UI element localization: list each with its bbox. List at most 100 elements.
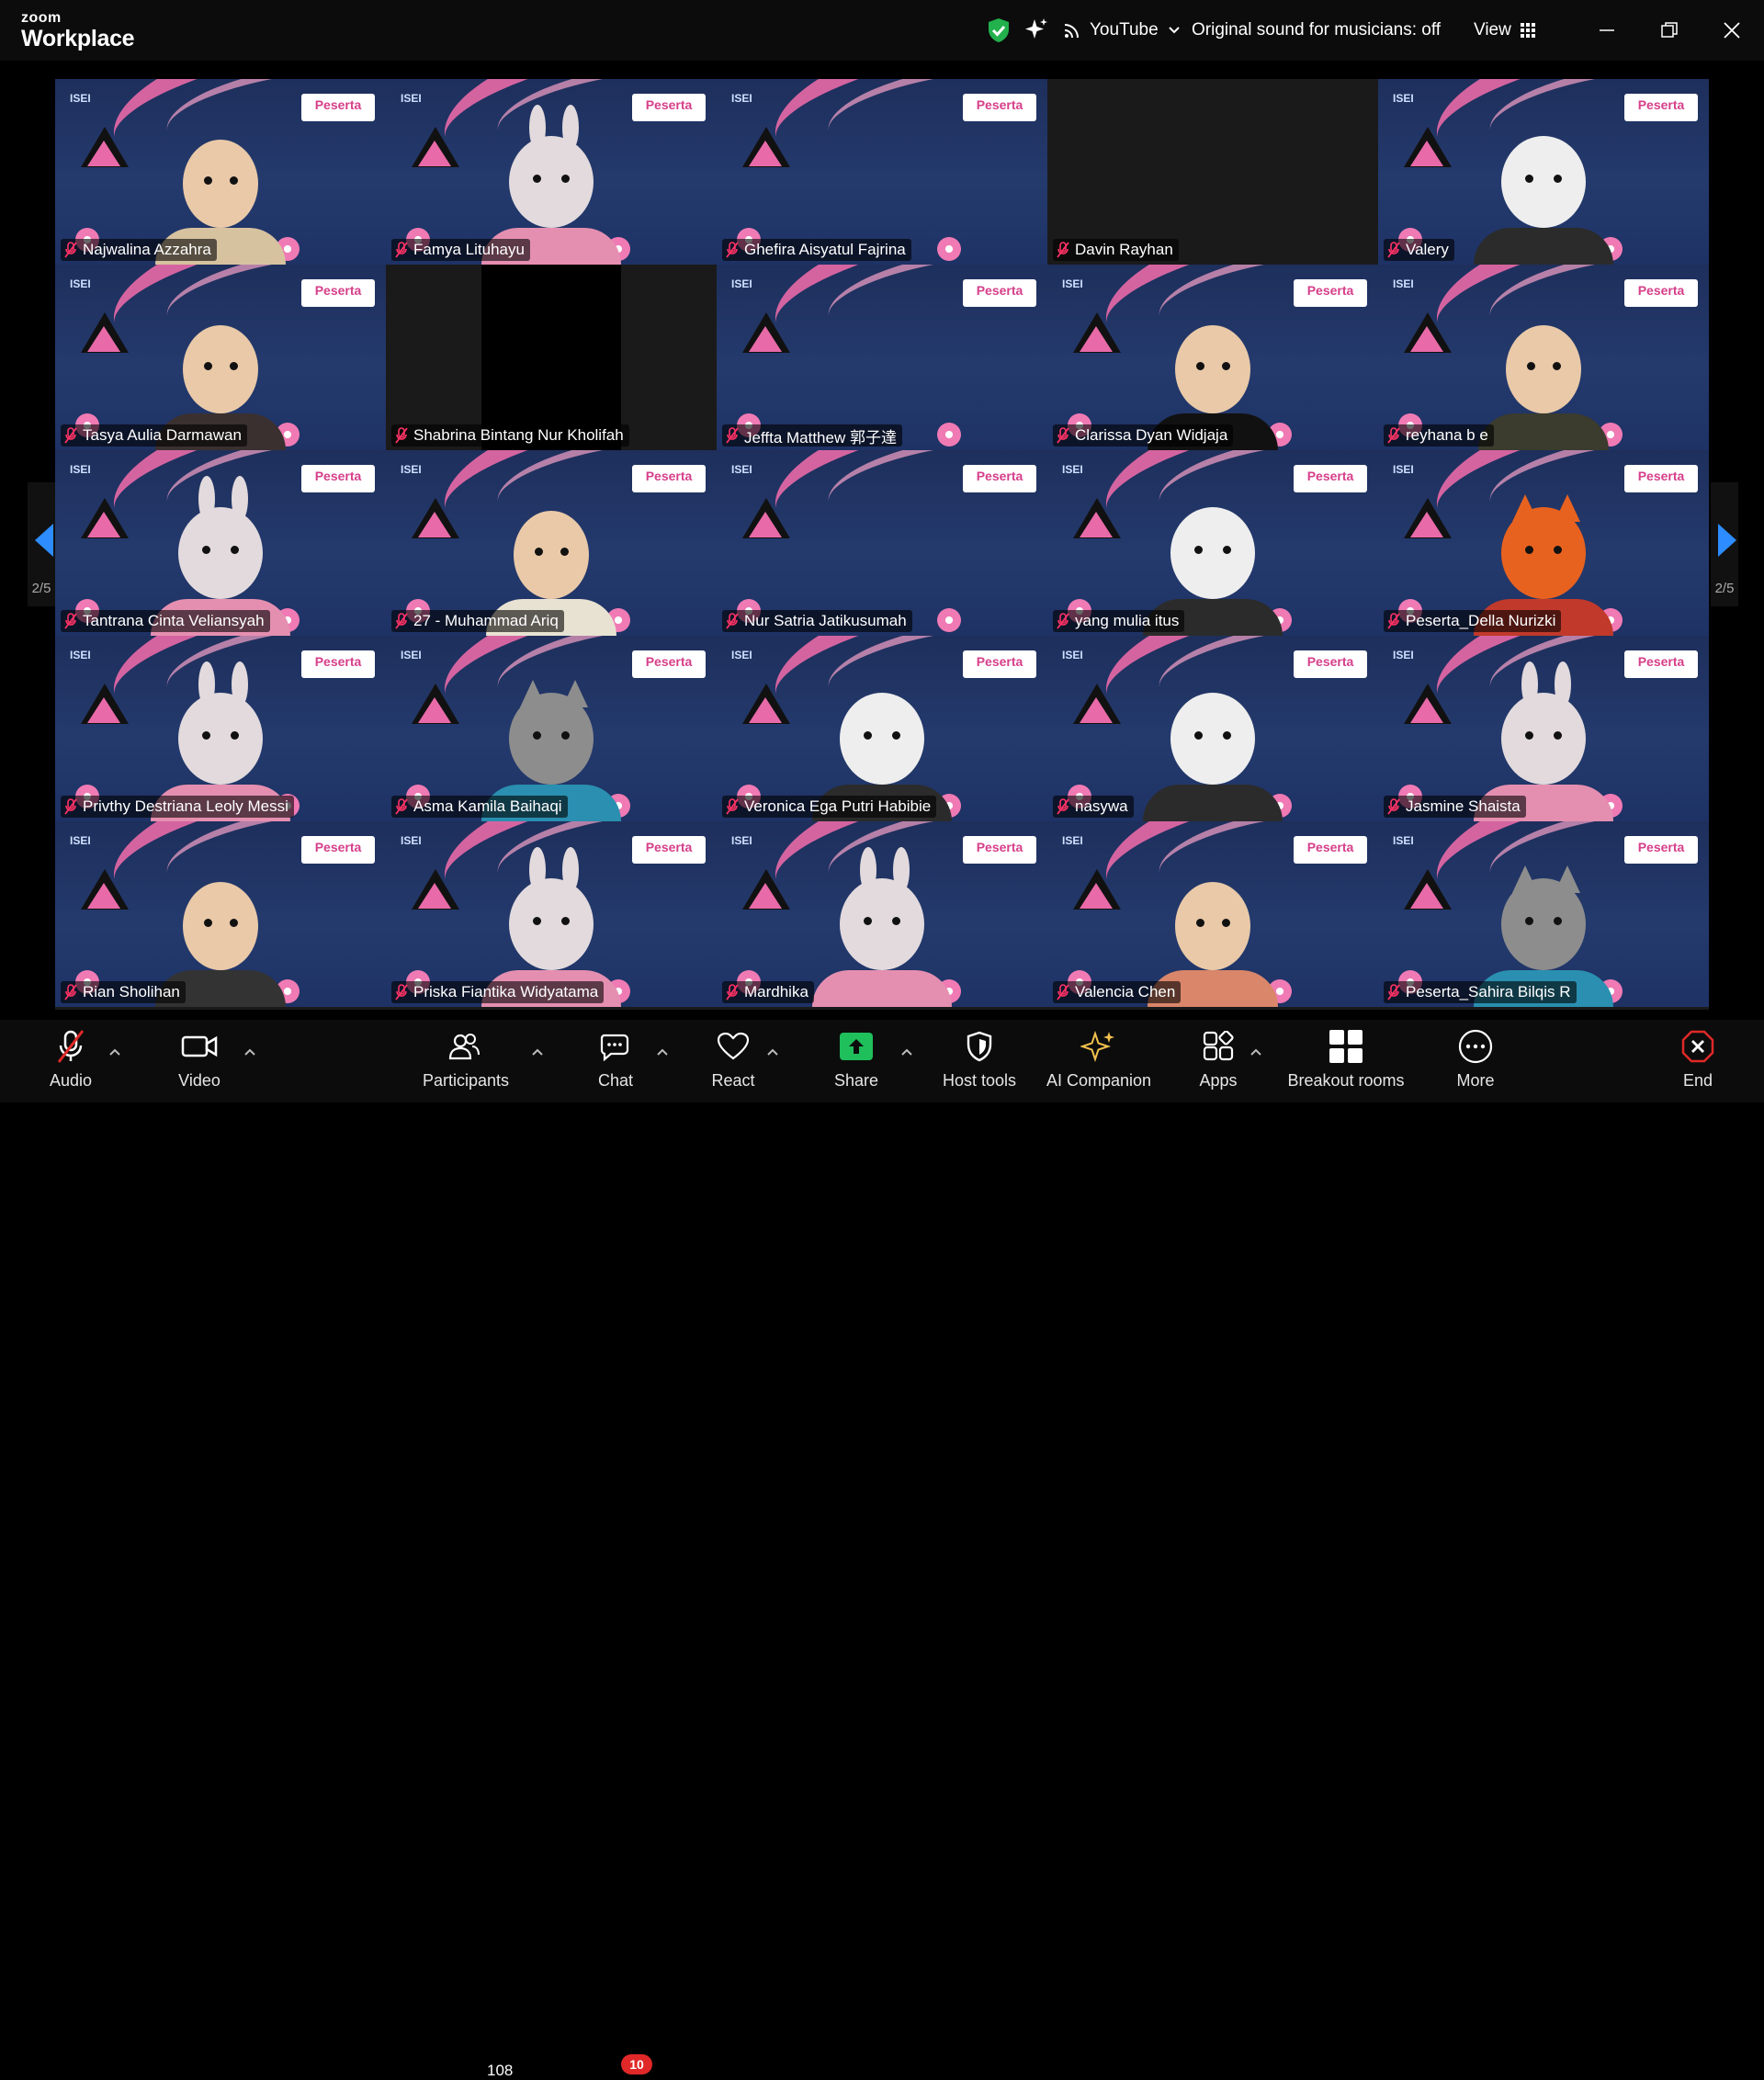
peserta-badge: Peserta [963,465,1036,492]
participant-tile[interactable]: Peserta ISEI Peserta_Sahira Bilqis R [1378,821,1709,1007]
chat-caret-icon[interactable] [656,1047,669,1057]
apps-button[interactable]: Apps [1191,1027,1246,1101]
video-feed-black [481,265,621,450]
participant-tile[interactable]: Peserta ISEI 27 - Muhammad Ariq [386,450,717,636]
host-tools-button[interactable]: Host tools [933,1027,1025,1101]
end-x-icon [1672,1027,1724,1066]
participant-name-tag: Jeffta Matthew 郭子達 [722,424,902,447]
isei-logo: ISEI [70,834,91,847]
video-button[interactable]: Video [167,1027,232,1101]
pager-left[interactable]: 2/5 [28,482,55,606]
heart-icon [706,1027,761,1066]
restore-icon[interactable] [1661,18,1678,42]
participant-tile[interactable]: Peserta ISEI Clarissa Dyan Widjaja [1047,265,1378,450]
chat-label: Chat [597,1071,634,1090]
participant-tile[interactable]: Peserta ISEI yang mulia itus [1047,450,1378,636]
react-caret-icon[interactable] [766,1047,779,1057]
muted-mic-icon [64,613,77,629]
participant-tile[interactable]: Peserta ISEI Famya Lituhayu [386,79,717,265]
participants-button[interactable]: Participants [415,1027,516,1101]
participants-label: Participants [422,1071,510,1090]
participant-name-tag: Priska Fiantika Widyatama [391,981,605,1003]
participant-name-tag: Najwalina Azzahra [61,239,217,261]
original-sound-toggle[interactable]: Original sound for musicians: off [1192,18,1441,42]
breakout-rooms-button[interactable]: Breakout rooms [1286,1027,1406,1101]
participant-name-tag: yang mulia itus [1053,610,1185,632]
logo-inner [1410,697,1443,723]
host-shield-icon [933,1027,1025,1066]
breakout-rooms-label: Breakout rooms [1287,1071,1405,1090]
participant-name: Mardhika [744,983,808,1000]
participant-name: Ghefira Aisyatul Fajrina [744,241,906,258]
participant-tile[interactable]: Peserta ISEI Veronica Ega Putri Habibie [717,636,1047,821]
more-button[interactable]: More [1448,1027,1503,1101]
badge-text: Peserta [1637,469,1685,483]
brand-small: zoom [21,10,62,26]
isei-logo: ISEI [70,92,91,105]
participant-tile[interactable]: Shabrina Bintang Nur Kholifah [386,265,717,450]
audio-button[interactable]: Audio [39,1027,103,1101]
muted-mic-icon [726,427,739,444]
participant-name: Peserta_Della Nurizki [1406,612,1556,629]
chat-button[interactable]: Chat [588,1027,643,1101]
view-menu[interactable]: View [1474,18,1535,42]
participant-tile[interactable]: Peserta ISEI nasywa [1047,636,1378,821]
participant-name: Asma Kamila Baihaqi [413,797,562,815]
react-button[interactable]: React [706,1027,761,1101]
participants-caret-icon[interactable] [531,1047,544,1057]
participant-name-tag: nasywa [1053,796,1134,818]
pager-right[interactable]: 2/5 [1711,482,1738,606]
participant-tile[interactable]: Peserta ISEI Peserta_Della Nurizki [1378,450,1709,636]
audio-options-caret-icon[interactable] [108,2063,121,2073]
badge-text: Peserta [645,840,693,854]
share-button[interactable]: Share [829,1027,884,1101]
audio-caret-icon[interactable] [108,1047,121,1057]
muted-mic-icon [64,984,77,1000]
participant-tile[interactable]: Peserta ISEI Jasmine Shaista [1378,636,1709,821]
end-meeting-button[interactable]: End [1672,1027,1724,1101]
minimize-icon[interactable] [1599,18,1615,42]
isei-logo: ISEI [1062,834,1083,847]
logo-inner [1410,883,1443,909]
participant-tile[interactable]: Peserta ISEI Privthy Destriana Leoly Messi [55,636,386,821]
participant-tile[interactable]: Peserta ISEI Asma Kamila Baihaqi [386,636,717,821]
logo-inner [749,697,782,723]
muted-mic-icon [1387,427,1400,444]
participant-name: Clarissa Dyan Widjaja [1075,426,1228,444]
peserta-badge: Peserta [963,836,1036,864]
video-caret-icon[interactable] [243,1047,256,1057]
participant-tile[interactable]: Peserta ISEI Priska Fiantika Widyatama [386,821,717,1007]
badge-text: Peserta [314,283,362,298]
participant-tile[interactable]: Peserta ISEI Valencia Chen [1047,821,1378,1007]
ai-sparkle-icon[interactable] [1023,18,1049,42]
participant-tile[interactable]: Peserta ISEI Jeffta Matthew 郭子達 [717,265,1047,450]
participant-tile[interactable]: Peserta ISEI Tasya Aulia Darmawan [55,265,386,450]
participant-tile[interactable]: Peserta ISEI Najwalina Azzahra [55,79,386,265]
participant-tile[interactable]: Peserta ISEI Ghefira Aisyatul Fajrina [717,79,1047,265]
participant-tile[interactable]: Davin Rayhan [1047,79,1378,265]
participant-tile[interactable]: Peserta ISEI Mardhika [717,821,1047,1007]
apps-caret-icon[interactable] [1250,1047,1262,1057]
participant-tile[interactable]: Peserta ISEI Tantrana Cinta Veliansyah [55,450,386,636]
participant-tile[interactable]: Peserta ISEI Nur Satria Jatikusumah [717,450,1047,636]
muted-mic-icon [726,242,739,258]
live-stream-menu[interactable]: YouTube [1064,18,1181,42]
participant-name: Nur Satria Jatikusumah [744,612,907,629]
isei-logo: ISEI [1393,834,1414,847]
participant-tile[interactable]: Peserta ISEI Rian Sholihan [55,821,386,1007]
ai-companion-button[interactable]: AI Companion [1044,1027,1154,1101]
security-shield-icon[interactable] [987,18,1011,42]
peserta-badge: Peserta [632,836,706,864]
logo-inner [418,512,451,537]
logo-inner [1080,326,1113,352]
isei-logo: ISEI [731,277,752,290]
participant-name: nasywa [1075,797,1128,815]
participant-tile[interactable]: Peserta ISEI reyhana b e [1378,265,1709,450]
share-caret-icon[interactable] [900,1047,913,1057]
participant-tile[interactable]: Peserta ISEI Valery [1378,79,1709,265]
close-icon[interactable] [1724,18,1740,42]
isei-logo: ISEI [1062,463,1083,476]
peserta-badge: Peserta [1624,465,1698,492]
peserta-badge: Peserta [632,650,706,678]
video-camera-icon [167,1027,232,1066]
